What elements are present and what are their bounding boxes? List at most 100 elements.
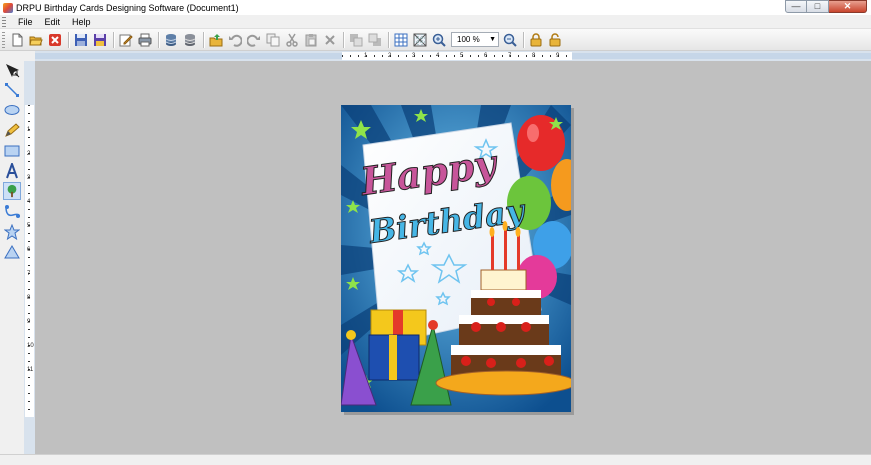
ruler-number: 3 (27, 175, 31, 181)
menu-edit[interactable]: Edit (39, 15, 67, 29)
toolbar-separator (523, 31, 524, 48)
redo-button[interactable] (245, 31, 263, 49)
bring-forward-button[interactable] (347, 31, 365, 49)
minimize-button[interactable]: — (785, 0, 807, 13)
menu-grip (2, 16, 6, 27)
unlock-button[interactable] (546, 31, 564, 49)
redo-icon (247, 34, 260, 47)
ruler-number: 1 (364, 53, 368, 59)
tree-image-icon (7, 184, 17, 198)
line-tool[interactable] (3, 81, 21, 99)
curve-icon (5, 205, 20, 218)
export-button[interactable] (207, 31, 225, 49)
grid-icon (394, 33, 408, 46)
database-series-button[interactable] (181, 31, 199, 49)
zoom-out-button[interactable] (501, 31, 519, 49)
save-as-icon (94, 33, 106, 46)
cut-button[interactable] (283, 31, 301, 49)
zoom-out-icon (503, 33, 517, 47)
star-icon (4, 224, 20, 240)
title-bar: DRPU Birthday Cards Designing Software (… (0, 0, 871, 15)
database-icon (165, 33, 177, 46)
ruler-number: 1 (27, 127, 31, 133)
new-document-icon (12, 33, 23, 46)
delete-icon (325, 34, 335, 45)
print-button[interactable] (136, 31, 154, 49)
select-tool[interactable] (3, 61, 21, 79)
ruler-number: 8 (27, 295, 31, 301)
horizontal-ruler: 1 2 3 4 5 6 7 8 9 (35, 51, 871, 61)
new-button[interactable] (8, 31, 26, 49)
menu-file[interactable]: File (12, 15, 39, 29)
ruler-number: 9 (27, 319, 31, 325)
snap-grid-icon (413, 33, 427, 46)
text-tool[interactable] (3, 162, 21, 180)
close-document-button[interactable] (46, 31, 64, 49)
scissors-icon (286, 33, 298, 47)
ruler-number: 5 (27, 223, 31, 229)
rectangle-tool[interactable] (3, 142, 21, 160)
save-button[interactable] (72, 31, 90, 49)
ruler-page-area: 1 2 3 4 5 6 7 8 9 (342, 52, 572, 60)
menu-help[interactable]: Help (66, 15, 97, 29)
zoom-value: 100 % (457, 35, 480, 44)
ruler-corner (0, 51, 35, 61)
birthday-card[interactable]: Happy Birthday (341, 105, 571, 412)
export-folder-icon (209, 33, 223, 46)
database-button[interactable] (162, 31, 180, 49)
image-tool[interactable] (3, 182, 21, 200)
ruler-number: 7 (27, 271, 31, 277)
paste-icon (305, 33, 317, 46)
maximize-button[interactable]: □ (807, 0, 829, 13)
window-title: DRPU Birthday Cards Designing Software (… (16, 2, 239, 13)
ruler-number: 6 (27, 247, 31, 253)
unlock-icon (549, 32, 561, 46)
ruler-number: 9 (556, 53, 560, 59)
paste-button[interactable] (302, 31, 320, 49)
bring-forward-icon (350, 33, 363, 46)
drawing-tools-panel (0, 61, 24, 454)
undo-button[interactable] (226, 31, 244, 49)
folder-open-icon (29, 36, 43, 45)
edit-button[interactable] (117, 31, 135, 49)
rectangle-icon (4, 145, 20, 157)
zoom-in-button[interactable] (430, 31, 448, 49)
grid-button[interactable] (392, 31, 410, 49)
save-as-button[interactable] (91, 31, 109, 49)
ruler-number: 8 (532, 53, 536, 59)
star-tool[interactable] (3, 223, 21, 241)
delete-button[interactable] (321, 31, 339, 49)
design-canvas[interactable]: Happy Birthday (35, 61, 871, 454)
snap-grid-button[interactable] (411, 31, 429, 49)
ruler-number: 3 (412, 53, 416, 59)
ruler-number: 5 (460, 53, 464, 59)
copy-icon (266, 33, 280, 46)
copy-format-button[interactable] (264, 31, 282, 49)
ruler-number: 11 (27, 367, 34, 373)
ruler-number: 7 (508, 53, 512, 59)
ellipse-icon (4, 105, 20, 115)
send-backward-button[interactable] (366, 31, 384, 49)
open-button[interactable] (27, 31, 45, 49)
toolbar-separator (388, 31, 389, 48)
zoom-select[interactable]: 100 % ▼ (451, 32, 499, 47)
triangle-tool[interactable] (3, 243, 21, 261)
ruler-number: 4 (436, 53, 440, 59)
pencil-icon (5, 123, 20, 137)
close-icon (49, 33, 61, 46)
toolbar-grip (2, 31, 5, 48)
lock-button[interactable] (527, 31, 545, 49)
close-button[interactable]: ✕ (829, 0, 867, 13)
text-a-icon (6, 163, 18, 179)
send-backward-icon (368, 33, 381, 46)
pointer-move-icon (6, 64, 20, 78)
ruler-number: 4 (27, 199, 31, 205)
toolbar-separator (68, 31, 69, 48)
toolbar: 100 % ▼ (0, 29, 871, 51)
pencil-tool[interactable] (3, 121, 21, 139)
app-icon (3, 2, 13, 13)
status-bar (0, 454, 871, 465)
line-icon (5, 83, 19, 97)
ellipse-tool[interactable] (3, 101, 21, 119)
curve-tool[interactable] (3, 202, 21, 220)
